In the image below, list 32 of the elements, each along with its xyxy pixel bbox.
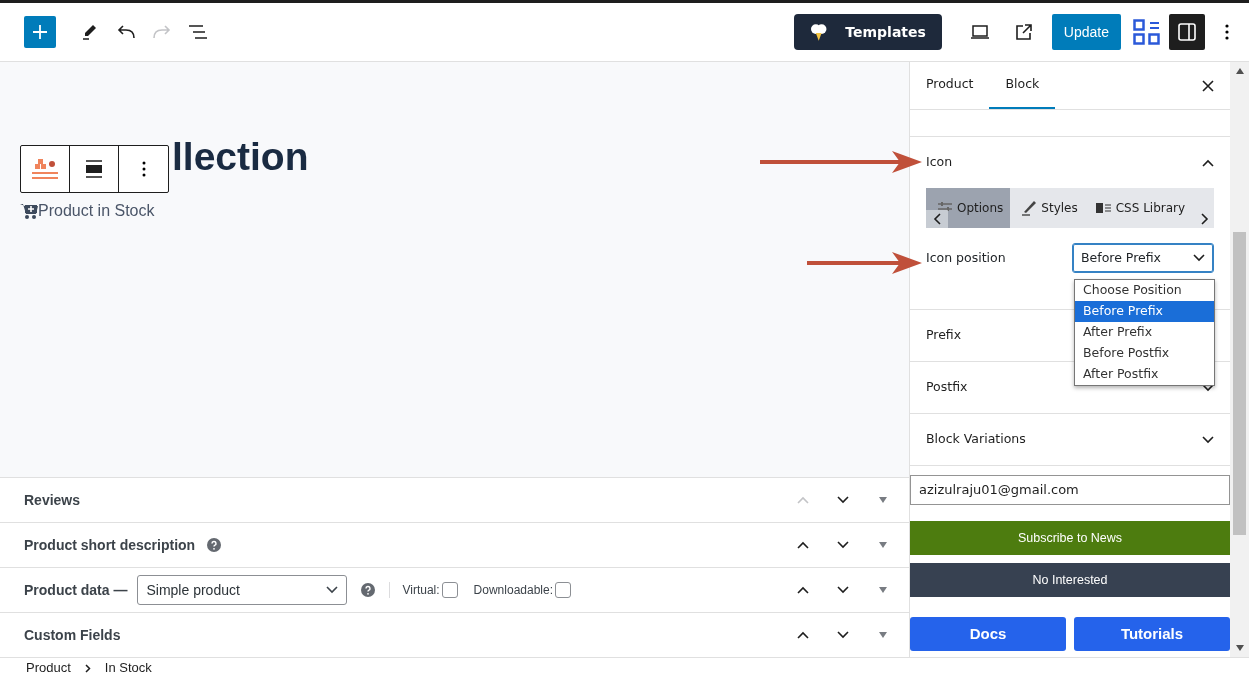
product-type-select[interactable]: Simple product <box>137 575 348 605</box>
metabox-title: Custom Fields <box>24 625 121 645</box>
breadcrumb-item[interactable]: In Stock <box>104 658 152 678</box>
options-tab[interactable]: Styles <box>1010 188 1085 228</box>
icon-position-select[interactable]: Before Prefix <box>1072 243 1214 273</box>
checkbox-label: Downloadable: <box>473 582 553 599</box>
email-field[interactable]: azizulraju01@gmail.com <box>910 475 1230 505</box>
field-label: Icon position <box>926 248 1006 267</box>
dropdown-option[interactable]: Before Postfix <box>1075 343 1214 364</box>
link-button[interactable]: Docs <box>910 617 1066 651</box>
section-header[interactable]: Icon <box>926 137 1214 188</box>
dropdown-option[interactable]: After Prefix <box>1075 322 1214 343</box>
templates-button[interactable]: Templates <box>793 14 942 50</box>
sidebar-tab[interactable]: Block <box>989 62 1056 109</box>
link-button[interactable]: Tutorials <box>1074 617 1230 651</box>
update-button[interactable]: Update <box>1051 14 1121 50</box>
page-title: llection <box>172 134 309 180</box>
subscribe-button[interactable]: Subscribe to News <box>910 521 1230 555</box>
dropdown-option[interactable]: After Postfix <box>1075 364 1214 385</box>
metabox-title: Reviews <box>24 490 81 510</box>
checkbox-label: Virtual: <box>402 582 440 599</box>
stock-label: Product in Stock <box>38 200 155 221</box>
section-header[interactable]: Block Variations <box>926 414 1214 465</box>
dropdown-option[interactable]: Before Prefix <box>1075 301 1214 322</box>
options-tab[interactable]: Options <box>926 188 1011 228</box>
decline-button[interactable]: No Interested <box>910 563 1230 597</box>
options-tab[interactable]: CSS Library <box>1084 188 1193 228</box>
sidebar-tab[interactable]: Product <box>926 62 990 109</box>
dropdown-option[interactable]: Choose Position <box>1075 280 1214 301</box>
metabox-title: Product data — <box>24 580 128 600</box>
metabox-title: Product short description <box>24 535 196 555</box>
breadcrumb-item[interactable]: Product <box>26 658 71 678</box>
